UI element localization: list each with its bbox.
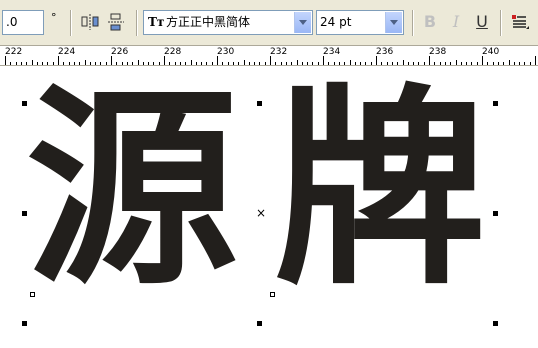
selection-handle-top-right[interactable]: [493, 101, 498, 106]
drawing-canvas[interactable]: 源 牌 ×: [0, 66, 538, 348]
font-size-value: 24 pt: [320, 15, 352, 29]
toolbar-separator: [136, 10, 138, 36]
ruler-label: 236: [376, 47, 394, 57]
property-bar: .0 ° Tт 方正正中黑简体 24 pt B I U: [0, 0, 538, 45]
underline-button[interactable]: U: [472, 12, 492, 32]
ruler-label: 228: [164, 47, 182, 57]
ruler-label: 222: [5, 47, 23, 57]
center-x-icon[interactable]: ×: [256, 207, 266, 219]
bold-button[interactable]: B: [420, 12, 440, 32]
horizontal-ruler[interactable]: 222 224 226 228 230 232 234 236 238 240: [0, 45, 538, 66]
font-family-dropdown-button[interactable]: [294, 12, 311, 33]
italic-button[interactable]: I: [446, 12, 466, 32]
ruler-label: 232: [270, 47, 288, 57]
character-node-handle[interactable]: [30, 292, 35, 297]
selection-handle-bottom-left[interactable]: [22, 321, 27, 326]
ruler-label: 230: [217, 47, 235, 57]
ruler-label: 224: [58, 47, 76, 57]
ruler-label: 238: [429, 47, 447, 57]
toolbar-separator: [500, 10, 502, 36]
ruler-label: 226: [111, 47, 129, 57]
toolbar-separator: [70, 10, 72, 36]
selection-handle-bottom-right[interactable]: [493, 321, 498, 326]
degree-symbol: °: [51, 11, 57, 24]
font-family-value: 方正正中黑简体: [166, 15, 251, 29]
ruler-label: 234: [323, 47, 341, 57]
selection-handle-top-left[interactable]: [22, 101, 27, 106]
font-family-select[interactable]: Tт 方正正中黑简体: [143, 10, 313, 35]
text-character-1[interactable]: 源: [26, 84, 238, 296]
font-size-dropdown-button[interactable]: [385, 12, 402, 33]
ruler-ticks: [5, 56, 536, 65]
rotation-angle-input[interactable]: .0: [2, 10, 44, 35]
mirror-vertical-icon[interactable]: [106, 12, 126, 32]
truetype-font-icon: Tт: [148, 15, 165, 29]
selection-handle-middle-left[interactable]: [22, 211, 27, 216]
font-size-select[interactable]: 24 pt: [316, 10, 404, 35]
selection-handle-top-center[interactable]: [257, 101, 262, 106]
ruler-label: 240: [482, 47, 500, 57]
mirror-horizontal-icon[interactable]: [80, 12, 100, 32]
text-character-2[interactable]: 牌: [274, 84, 486, 296]
text-format-icon[interactable]: [510, 12, 530, 32]
selection-handle-bottom-center[interactable]: [257, 321, 262, 326]
toolbar-separator: [412, 10, 414, 36]
rotation-angle-value: .0: [6, 15, 18, 29]
selection-handle-middle-right[interactable]: [493, 211, 498, 216]
character-node-handle[interactable]: [270, 292, 275, 297]
